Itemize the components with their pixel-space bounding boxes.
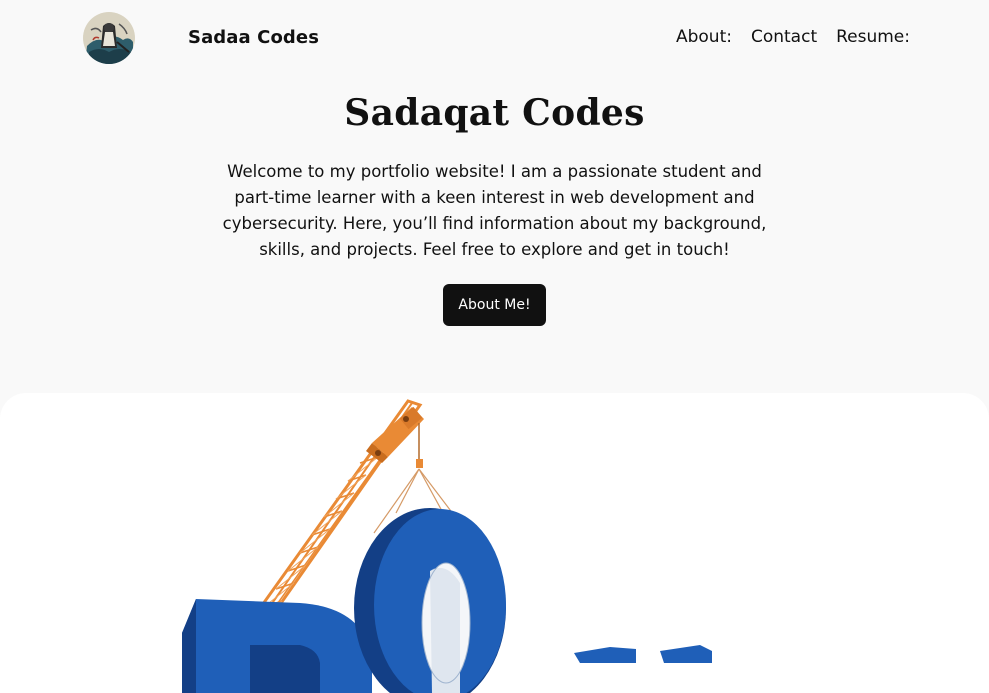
nav-about[interactable]: About: (676, 27, 732, 47)
nav-resume[interactable]: Resume: (836, 27, 910, 47)
logo-icon (83, 12, 135, 64)
primary-nav: About: Contact Resume: (676, 27, 910, 47)
letter-fragments (574, 645, 712, 663)
hero-intro: Welcome to my portfolio website! I am a … (222, 162, 767, 259)
site-logo[interactable] (83, 12, 135, 64)
hero-title: Sadaqat Codes (344, 92, 645, 134)
nav-contact[interactable]: Contact (751, 27, 817, 47)
letter-d (182, 599, 372, 693)
site-title-link[interactable]: Sadaa Codes (188, 27, 319, 48)
letter-o (354, 508, 506, 693)
about-me-button[interactable]: About Me! (443, 284, 546, 326)
construction-crane-illustration (182, 399, 712, 693)
site-header: Sadaa Codes About: Contact Resume: (0, 0, 989, 78)
hero-image (0, 393, 989, 693)
